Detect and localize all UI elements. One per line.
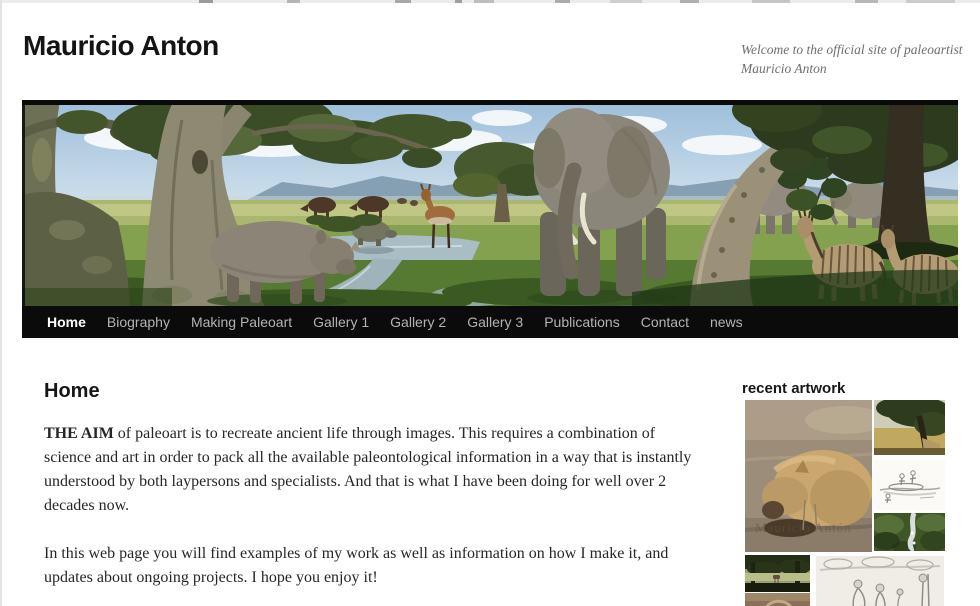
nav-item-gallery-1[interactable]: Gallery 1 [313, 314, 369, 330]
thumbnail-oak-woodland-animals-photo[interactable] [745, 555, 810, 592]
nav-item-biography[interactable]: Biography [107, 314, 170, 330]
thumbnail-artwork-detail-photo[interactable] [745, 593, 810, 606]
recent-artwork-widget: recent artwork Mauricio Antón [742, 380, 946, 606]
site-tagline: Welcome to the official site of paleoart… [741, 40, 973, 78]
banner-left-edge [22, 100, 25, 306]
feeding-cat-art [745, 400, 872, 552]
banner-top-edge [22, 100, 958, 105]
tagline-line1: Welcome to the official site of paleoart… [741, 42, 962, 57]
hominid-sketch-art [816, 556, 944, 606]
tagline-line2: Mauricio Anton [741, 61, 827, 76]
intro-rest: of paleoart is to recreate ancient life … [44, 425, 691, 514]
nav-item-gallery-3[interactable]: Gallery 3 [467, 314, 523, 330]
nav-item-contact[interactable]: Contact [641, 314, 689, 330]
page-left-border [0, 0, 2, 606]
nav-item-news[interactable]: news [710, 314, 743, 330]
header-banner-image [22, 100, 958, 306]
intro-paragraph: THE AIM of paleoart is to recreate ancie… [44, 422, 702, 518]
miocene-landscape-artwork [22, 100, 958, 306]
second-paragraph: In this web page you will find examples … [44, 542, 702, 590]
nav-item-publications[interactable]: Publications [544, 314, 620, 330]
nav-item-making-paleoart[interactable]: Making Paleoart [191, 314, 292, 330]
page-title: Home [44, 380, 702, 403]
thumbnail-oak-tree-photo[interactable] [874, 400, 945, 455]
nav-item-home[interactable]: Home [47, 314, 86, 330]
canoe-sketch-art [874, 460, 945, 510]
main-content: Home THE AIM of paleoart is to recreate … [44, 380, 702, 590]
nav-item-gallery-2[interactable]: Gallery 2 [390, 314, 446, 330]
thumbnail-forest-stream-photo[interactable] [874, 513, 945, 551]
thumbnail-feeding-cat-photo[interactable]: Mauricio Antón [745, 400, 872, 552]
oak-woodland-art [745, 555, 810, 592]
thumbnail-hominid-group-sketch[interactable] [816, 556, 944, 606]
browser-edge-artifact [0, 0, 980, 3]
intro-lead: THE AIM [44, 425, 114, 442]
main-navigation: Home Biography Making Paleoart Gallery 1… [22, 306, 958, 338]
oak-tree-art [874, 400, 945, 455]
forest-stream-art [874, 513, 945, 551]
artwork-detail-art [745, 593, 810, 606]
site-title[interactable]: Mauricio Anton [23, 30, 219, 62]
sidebar-heading: recent artwork [742, 380, 946, 397]
thumbnail-canoe-scene-sketch[interactable] [874, 460, 945, 510]
